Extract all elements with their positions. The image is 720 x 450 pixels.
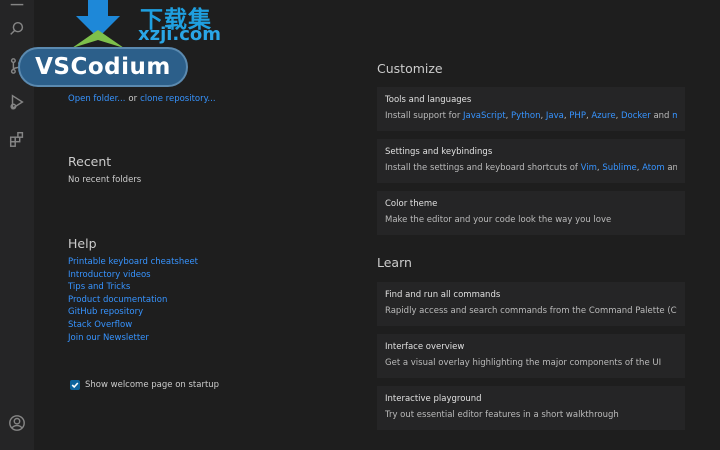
keymap-link-vim[interactable]: Vim <box>581 163 597 173</box>
tools-link-java[interactable]: Java <box>546 111 564 121</box>
menu-icon[interactable] <box>7 0 27 20</box>
keybindings-prefix: Install the settings and keyboard shortc… <box>385 163 578 173</box>
or-text: or <box>128 94 138 104</box>
watermark-logo: 下载集 xzji.com <box>62 0 242 48</box>
help-link-newsletter[interactable]: Join our Newsletter <box>68 332 198 345</box>
learn-title: Learn <box>377 255 412 270</box>
watermark-url: xzji.com <box>138 24 222 45</box>
clone-repository-link[interactable]: clone repository... <box>140 94 215 104</box>
recent-title: Recent <box>68 154 112 169</box>
help-link-videos[interactable]: Introductory videos <box>68 269 198 282</box>
checkmark-icon <box>71 382 79 389</box>
help-title: Help <box>68 236 97 251</box>
card-title: Find and run all commands <box>385 290 501 300</box>
tools-link-azure[interactable]: Azure <box>591 111 615 121</box>
interactive-playground-card[interactable]: Interactive playground Try out essential… <box>377 386 685 430</box>
startup-checkbox[interactable] <box>70 380 80 390</box>
tools-link-javascript[interactable]: JavaScript <box>463 111 506 121</box>
help-link-github[interactable]: GitHub repository <box>68 306 198 319</box>
card-desc: Install support for JavaScript, Python, … <box>385 111 677 121</box>
card-desc: Get a visual overlay highlighting the ma… <box>385 358 662 368</box>
color-theme-card[interactable]: Color theme Make the editor and your cod… <box>377 191 685 235</box>
open-folder-link[interactable]: Open folder... <box>68 94 125 104</box>
no-recent-text: No recent folders <box>68 175 142 185</box>
keymap-link-sublime[interactable]: Sublime <box>602 163 636 173</box>
card-title: Tools and languages <box>385 95 472 105</box>
tools-prefix: Install support for <box>385 111 461 121</box>
account-icon[interactable] <box>7 413 27 433</box>
card-title: Interface overview <box>385 342 465 352</box>
search-icon[interactable] <box>7 19 27 39</box>
start-actions: Open folder... or clone repository... <box>68 93 216 106</box>
card-desc: Make the editor and your code look the w… <box>385 215 612 225</box>
card-desc: Try out essential editor features in a s… <box>385 410 619 420</box>
tools-and: and <box>653 111 670 121</box>
tools-link-php[interactable]: PHP <box>569 111 586 121</box>
settings-keybindings-card[interactable]: Settings and keybindings Install the set… <box>377 139 685 183</box>
card-desc: Rapidly access and search commands from … <box>385 306 677 316</box>
run-debug-icon[interactable] <box>7 92 27 112</box>
card-desc: Install the settings and keyboard shortc… <box>385 163 677 173</box>
vscodium-brand-badge: VSCodium <box>18 47 188 87</box>
brand-name: VSCodium <box>35 54 171 80</box>
customize-title: Customize <box>377 61 443 76</box>
tools-link-python[interactable]: Python <box>511 111 540 121</box>
help-link-docs[interactable]: Product documentation <box>68 294 198 307</box>
card-title: Interactive playground <box>385 394 482 404</box>
help-link-tips[interactable]: Tips and Tricks <box>68 281 198 294</box>
find-commands-card[interactable]: Find and run all commands Rapidly access… <box>377 282 685 326</box>
tools-link-docker[interactable]: Docker <box>621 111 651 121</box>
download-arrow-icon <box>72 0 124 48</box>
interface-overview-card[interactable]: Interface overview Get a visual overlay … <box>377 334 685 378</box>
tools-languages-card[interactable]: Tools and languages Install support for … <box>377 87 685 131</box>
keymap-link-atom[interactable]: Atom <box>642 163 664 173</box>
startup-label: Show welcome page on startup <box>85 380 220 390</box>
tools-link-more[interactable]: more <box>672 111 677 121</box>
show-welcome-toggle[interactable]: Show welcome page on startup <box>70 380 219 390</box>
help-links: Printable keyboard cheatsheet Introducto… <box>68 256 198 344</box>
help-link-cheatsheet[interactable]: Printable keyboard cheatsheet <box>68 256 198 269</box>
keybindings-suffix: and ... <box>667 163 677 173</box>
extensions-icon[interactable] <box>7 129 27 149</box>
help-link-stackoverflow[interactable]: Stack Overflow <box>68 319 198 332</box>
card-title: Color theme <box>385 199 438 209</box>
card-title: Settings and keybindings <box>385 147 493 157</box>
